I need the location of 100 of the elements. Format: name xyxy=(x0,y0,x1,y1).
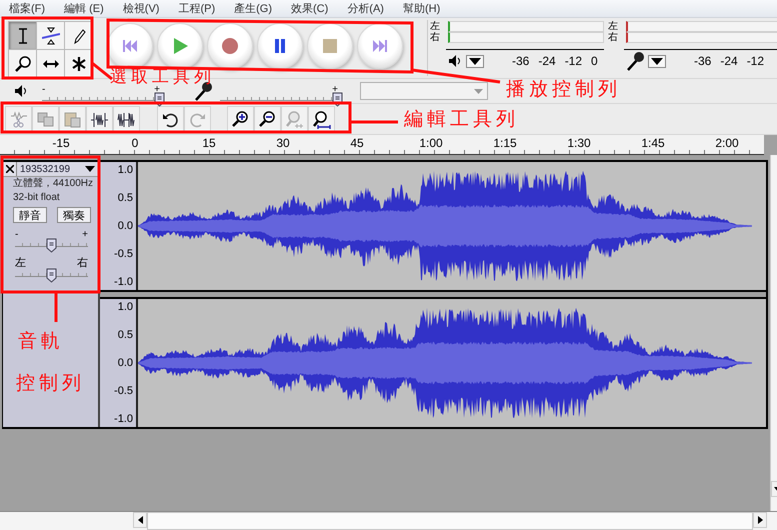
close-icon xyxy=(6,165,14,173)
stop-icon xyxy=(320,36,340,56)
edit-tool-button[interactable] xyxy=(308,106,335,132)
record-icon xyxy=(220,36,240,56)
tool-button[interactable] xyxy=(37,22,64,49)
play-button[interactable] xyxy=(157,23,203,69)
microphone-icon xyxy=(626,51,644,71)
pan-left-label: 左 xyxy=(15,257,26,269)
menu-item[interactable]: 工程(P) xyxy=(173,1,220,16)
record-button[interactable] xyxy=(207,23,253,69)
speaker-icon xyxy=(14,84,28,98)
meter-tick-label: -12 xyxy=(564,54,582,68)
paste-icon xyxy=(63,110,82,128)
asterisk-icon xyxy=(70,54,88,72)
annotation-label: 編輯工具列 xyxy=(404,108,519,130)
menu-item[interactable]: 分析(A) xyxy=(342,1,389,16)
zoom-out-icon xyxy=(258,110,277,128)
edit-tool-button[interactable] xyxy=(227,106,254,132)
meter-tick-label: -24 xyxy=(538,54,556,68)
magnifier-icon xyxy=(14,54,32,72)
plus-sign: + xyxy=(82,230,88,239)
skip-end-button[interactable] xyxy=(357,23,403,69)
scissors-icon xyxy=(9,110,28,128)
ruler-label: 1:30 xyxy=(567,135,591,152)
scale-label: -1.0 xyxy=(114,413,133,425)
ruler-label: 30 xyxy=(276,135,290,152)
menu-item[interactable]: 產生(G) xyxy=(229,1,278,16)
scale-label: -0.5 xyxy=(114,248,133,260)
copy-icon xyxy=(36,110,55,128)
scale-label: 0.5 xyxy=(118,192,133,204)
scale-label: 1.0 xyxy=(118,164,133,176)
scroll-left-button[interactable] xyxy=(133,512,147,528)
mute-button[interactable]: 靜音 xyxy=(13,207,47,223)
close-button[interactable] xyxy=(3,162,17,176)
pause-button[interactable] xyxy=(257,23,303,69)
meter-tick-label: 0 xyxy=(591,54,598,68)
tool-button[interactable] xyxy=(65,22,92,49)
ruler-label: 1:45 xyxy=(641,135,665,152)
annotation-label: 音軌 xyxy=(18,330,64,352)
dropdown-arrow-icon xyxy=(469,58,481,64)
ruler-label: 1:15 xyxy=(493,135,517,152)
meter-tick-label: -24 xyxy=(720,54,738,68)
scroll-right-button[interactable] xyxy=(753,512,767,528)
scale-label: 0.0 xyxy=(118,220,133,232)
edit-tool-button[interactable] xyxy=(86,106,113,132)
ruler-label: 1:00 xyxy=(419,135,443,152)
menu-item[interactable]: 檢視(V) xyxy=(118,1,164,16)
leader-line xyxy=(350,120,398,124)
dropdown-arrow-icon xyxy=(651,58,663,64)
zoom-in-icon xyxy=(231,110,250,128)
leader-line xyxy=(54,293,58,322)
scale-label: 0.0 xyxy=(118,357,133,369)
slider-thumb[interactable] xyxy=(46,238,56,253)
sample-format: 32-bit float xyxy=(12,191,61,205)
timeline-ruler[interactable]: -15 0 15 30 45 1:00 1:15 1:30 1:45 2:00 xyxy=(0,135,764,155)
solo-button[interactable]: 獨奏 xyxy=(57,207,91,223)
meter-menu-button[interactable] xyxy=(648,54,666,68)
scale-label: 1.0 xyxy=(118,301,133,313)
slider-thumb[interactable] xyxy=(46,268,56,283)
channel-label: 右 xyxy=(608,32,619,42)
menu-item[interactable]: 幫助(H) xyxy=(398,1,446,16)
menu-item[interactable]: 編輯 (E) xyxy=(59,1,109,16)
scale-label: 0.5 xyxy=(118,329,133,341)
channel-label: 左 xyxy=(430,22,441,32)
plus-sign: + xyxy=(332,85,338,93)
dropdown-arrow-icon xyxy=(85,166,95,172)
minus-sign: - xyxy=(42,85,46,93)
ruler-label: 45 xyxy=(350,135,364,152)
tool-button[interactable] xyxy=(37,50,64,77)
tool-button[interactable] xyxy=(9,50,36,77)
edit-tool-button[interactable] xyxy=(113,106,140,132)
menu-item[interactable]: 效果(C) xyxy=(286,1,334,16)
edit-tool-button[interactable] xyxy=(157,106,184,132)
minus-sign: - xyxy=(15,230,18,239)
fit-selection-icon xyxy=(285,110,304,128)
edit-tool-button[interactable] xyxy=(254,106,281,132)
plus-sign: + xyxy=(154,85,160,93)
ruler-label: 15 xyxy=(202,135,216,152)
scale-label: -1.0 xyxy=(114,276,133,288)
meter-tick-label: -36 xyxy=(512,54,530,68)
waveform-area[interactable] xyxy=(138,162,766,290)
tool-button[interactable] xyxy=(65,50,92,77)
fit-project-icon xyxy=(312,110,331,128)
annotation-label: 播放控制列 xyxy=(506,78,621,100)
pan-right-label: 右 xyxy=(77,257,88,269)
left-arrow-icon xyxy=(138,516,142,524)
channel-label: 右 xyxy=(430,32,441,42)
meter-menu-button[interactable] xyxy=(466,54,484,68)
menu-item[interactable]: 檔案(F) xyxy=(4,1,50,16)
ruler-label: -15 xyxy=(52,135,70,152)
waveform-area[interactable] xyxy=(138,299,766,427)
tool-button[interactable] xyxy=(9,22,36,49)
scale-label: -0.5 xyxy=(114,385,133,397)
ruler-label: 2:00 xyxy=(715,135,739,152)
meter-tick-label: -12 xyxy=(746,54,764,68)
dropdown-arrow-icon xyxy=(474,88,483,94)
track-format: 立體聲，44100Hz xyxy=(12,177,94,191)
ruler-label: 0 xyxy=(132,135,138,152)
track-name-menu[interactable]: 193532199 xyxy=(17,162,98,176)
envelope-icon xyxy=(42,26,60,44)
